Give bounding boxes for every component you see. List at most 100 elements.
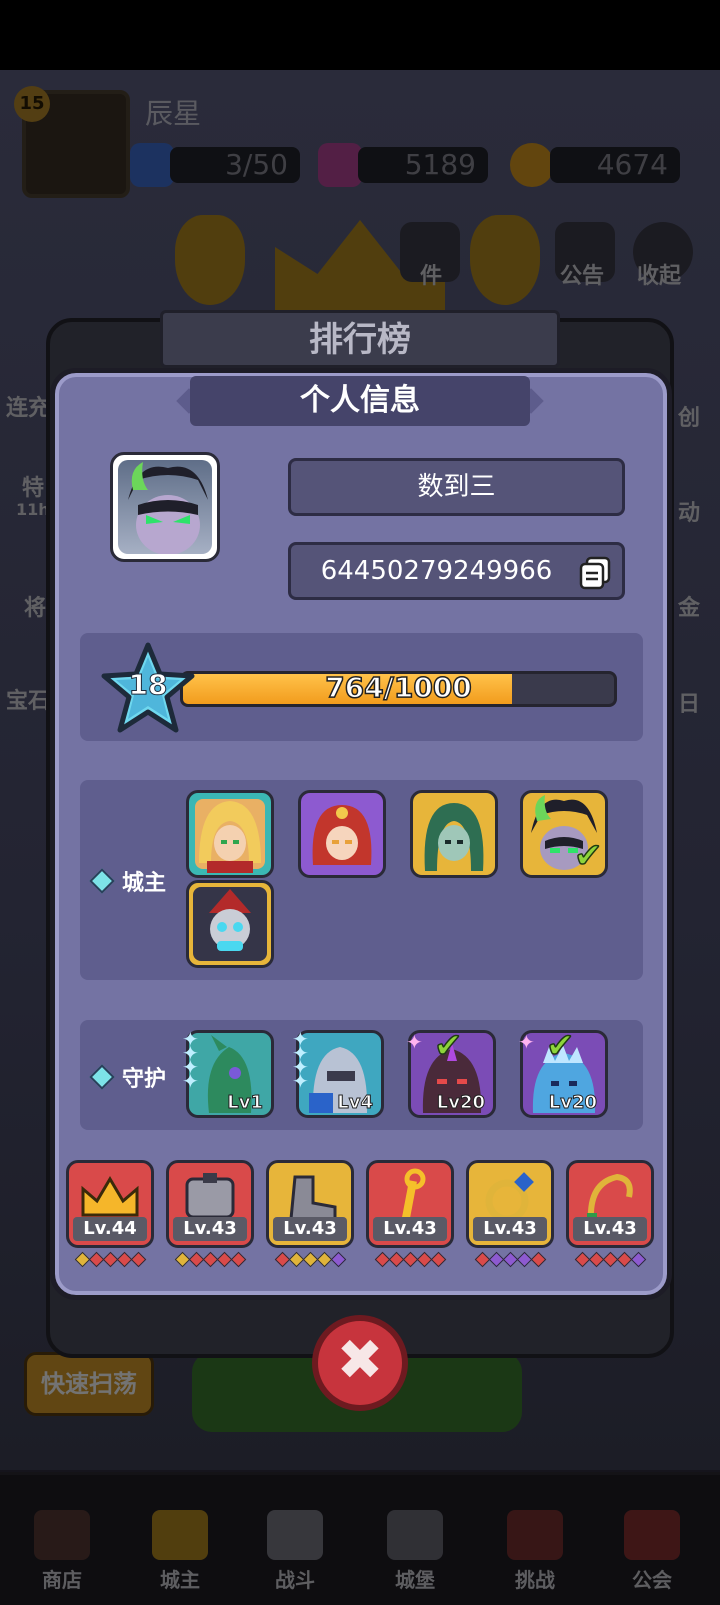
gem-slot-icon bbox=[502, 1251, 518, 1268]
gem-slot-icon bbox=[288, 1251, 304, 1268]
guard-level: Lv4 bbox=[337, 1092, 374, 1114]
guard-level: Lv20 bbox=[548, 1092, 597, 1114]
guard-2-rank-stars-icon: ✦ ✦ ✦ ✦ bbox=[292, 1027, 309, 1093]
challenge-icon bbox=[507, 1510, 563, 1560]
gem-slot-icon bbox=[574, 1251, 590, 1268]
castle-icon bbox=[387, 1510, 443, 1560]
energy-icon[interactable] bbox=[130, 143, 174, 187]
equipment-slot-1[interactable]: Lv.44 bbox=[66, 1160, 154, 1248]
gem-slot-icon bbox=[216, 1251, 232, 1268]
energy-value: 3/50 bbox=[170, 147, 300, 183]
lord-hero-1[interactable] bbox=[186, 790, 274, 878]
gem-slot-icon bbox=[416, 1251, 432, 1268]
equipment-slot-6[interactable]: Lv.43 bbox=[566, 1160, 654, 1248]
equipment-level: Lv.43 bbox=[173, 1217, 247, 1241]
lord-hero-3[interactable] bbox=[410, 790, 498, 878]
guard-4-rank-star-icon: ✦ bbox=[518, 1030, 535, 1054]
side-label-event[interactable]: 动 bbox=[678, 495, 700, 527]
hero-elf-king-icon bbox=[199, 801, 261, 873]
coin-value: 4674 bbox=[550, 147, 680, 183]
equipment-gem-slots bbox=[166, 1251, 254, 1268]
guard-unit-1[interactable]: Lv1 bbox=[186, 1030, 274, 1118]
swords-icon bbox=[267, 1510, 323, 1560]
gem-slot-icon bbox=[430, 1251, 446, 1268]
gem-slot-icon bbox=[588, 1251, 604, 1268]
equipment-level: Lv.43 bbox=[273, 1217, 347, 1241]
gem-slot-icon bbox=[102, 1251, 118, 1268]
side-label-gem[interactable]: 宝石 bbox=[6, 683, 50, 715]
side-label-special[interactable]: 特 bbox=[22, 470, 44, 502]
nav-shop[interactable]: 商店 bbox=[22, 1510, 102, 1592]
close-button[interactable]: ✖ bbox=[312, 1315, 408, 1411]
nav-challenge[interactable]: 挑战 bbox=[495, 1510, 575, 1592]
gem-slot-icon bbox=[488, 1251, 504, 1268]
player-portrait bbox=[110, 452, 220, 562]
gem-slot-icon bbox=[516, 1251, 532, 1268]
side-label-gold[interactable]: 金 bbox=[678, 590, 700, 622]
gem-slot-icon bbox=[630, 1251, 646, 1268]
equipment-level: Lv.43 bbox=[473, 1217, 547, 1241]
gem-slot-icon bbox=[602, 1251, 618, 1268]
announcement-label: 公告 bbox=[560, 264, 605, 289]
quick-sweep-button[interactable]: 快速扫荡 bbox=[24, 1352, 154, 1416]
copy-icon[interactable] bbox=[578, 556, 612, 590]
gem-slot-icon bbox=[302, 1251, 318, 1268]
wreath-left-icon bbox=[175, 215, 245, 305]
player-name-field: 数到三 bbox=[288, 458, 625, 516]
nav-castle[interactable]: 城堡 bbox=[375, 1510, 455, 1592]
gem-slot-icon bbox=[116, 1251, 132, 1268]
equipment-gem-slots bbox=[66, 1251, 154, 1268]
side-label-recharge[interactable]: 连充 bbox=[6, 390, 50, 422]
gem-slot-icon bbox=[202, 1251, 218, 1268]
gem-slot-icon bbox=[402, 1251, 418, 1268]
gem-slot-icon bbox=[530, 1251, 546, 1268]
leaderboard-title: 排行榜 bbox=[160, 310, 560, 368]
lord-hero-5[interactable] bbox=[186, 880, 274, 968]
lord-crown-icon bbox=[152, 1510, 208, 1560]
gem-slot-icon bbox=[274, 1251, 290, 1268]
gem-value: 5189 bbox=[358, 147, 488, 183]
player-level: 18 bbox=[128, 668, 168, 702]
guild-icon bbox=[624, 1510, 680, 1560]
gem-slot-icon bbox=[330, 1251, 346, 1268]
equipment-level: Lv.44 bbox=[73, 1217, 147, 1241]
equipment-slot-4[interactable]: Lv.43 bbox=[366, 1160, 454, 1248]
guard-1-rank-stars-icon: ✦ ✦ ✦ ✦ bbox=[182, 1027, 199, 1093]
equipment-gem-slots bbox=[566, 1251, 654, 1268]
gem-slot-icon bbox=[616, 1251, 632, 1268]
collapse-label: 收起 bbox=[637, 264, 682, 289]
equipment-slot-5[interactable]: Lv.43 bbox=[466, 1160, 554, 1248]
gem-slot-icon bbox=[188, 1251, 204, 1268]
guard-level: Lv1 bbox=[227, 1092, 264, 1114]
side-label-create[interactable]: 创 bbox=[678, 400, 700, 432]
portrait-image bbox=[118, 460, 212, 554]
guard-3-rank-star-icon: ✦ bbox=[406, 1030, 423, 1054]
guard-3-check-icon: ✔ bbox=[433, 1025, 463, 1067]
equipment-level: Lv.43 bbox=[573, 1217, 647, 1241]
player-name: 辰星 bbox=[145, 97, 202, 130]
player-level-badge: 15 bbox=[14, 86, 50, 122]
coin-icon[interactable] bbox=[510, 143, 554, 187]
equipment-gem-slots bbox=[266, 1251, 354, 1268]
gem-slot-icon bbox=[230, 1251, 246, 1268]
xp-text: 764/1000 bbox=[324, 670, 472, 705]
nav-battle[interactable]: 战斗 bbox=[255, 1510, 335, 1592]
guard-4-check-icon: ✔ bbox=[545, 1025, 575, 1067]
nav-guild[interactable]: 公会 bbox=[612, 1510, 692, 1592]
lord-selected-check-icon: ✔ bbox=[573, 835, 603, 877]
side-label-daily[interactable]: 日 bbox=[678, 686, 700, 718]
gem-icon[interactable] bbox=[318, 143, 362, 187]
nav-lord[interactable]: 城主 bbox=[140, 1510, 220, 1592]
equipment-slot-2[interactable]: Lv.43 bbox=[166, 1160, 254, 1248]
side-label-general[interactable]: 将 bbox=[24, 590, 46, 622]
shop-icon bbox=[34, 1510, 90, 1560]
equipment-slot-3[interactable]: Lv.43 bbox=[266, 1160, 354, 1248]
guard-unit-2[interactable]: Lv4 bbox=[296, 1030, 384, 1118]
lord-label: 城主 bbox=[122, 871, 167, 896]
wreath-right-icon bbox=[470, 215, 540, 305]
side-label-timer: 11h bbox=[16, 500, 50, 519]
gem-slot-icon bbox=[88, 1251, 104, 1268]
lord-hero-2[interactable] bbox=[298, 790, 386, 878]
equipment-gem-slots bbox=[366, 1251, 454, 1268]
hero-fire-mage-icon bbox=[312, 805, 372, 865]
